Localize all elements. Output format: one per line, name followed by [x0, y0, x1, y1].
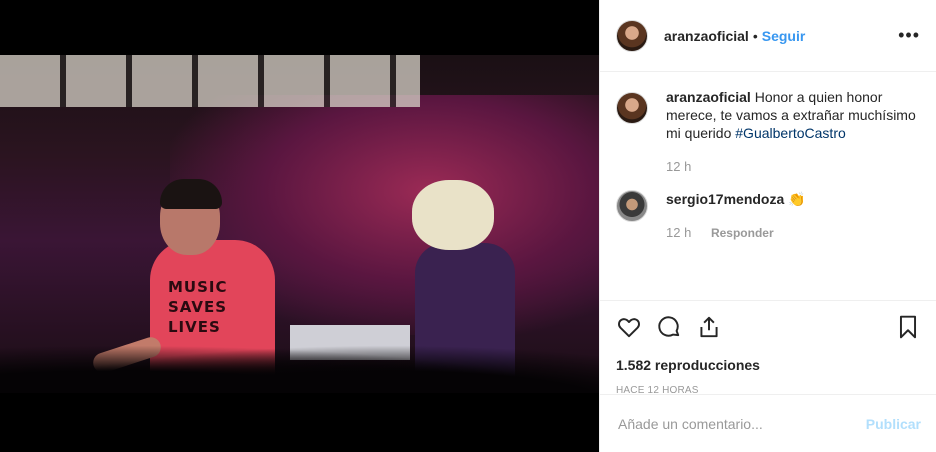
caption-time: 12 h	[666, 159, 692, 174]
heart-icon[interactable]	[616, 314, 642, 340]
post-side-panel: aranzaoficial • Seguir ••• aranzaoficial…	[599, 0, 936, 452]
views-count[interactable]: 1.582 reproducciones	[616, 357, 921, 373]
header-username[interactable]: aranzaoficial	[664, 28, 749, 44]
singer-hair	[412, 180, 494, 250]
wall-photos	[0, 55, 420, 107]
avatar[interactable]	[616, 19, 648, 52]
action-icons	[616, 311, 921, 343]
comment-username[interactable]: sergio17mendoza	[666, 191, 784, 207]
add-comment-bar: Publicar	[600, 394, 936, 452]
bookmark-icon[interactable]	[895, 314, 921, 340]
comment-input[interactable]	[616, 414, 866, 433]
follow-button[interactable]: Seguir	[762, 28, 806, 44]
publish-button[interactable]: Publicar	[866, 416, 921, 432]
reply-button[interactable]: Responder	[711, 226, 774, 240]
separator-dot: •	[752, 27, 758, 44]
comment-text: 👏	[788, 191, 806, 207]
comment-time: 12 h	[666, 225, 692, 240]
share-icon[interactable]	[696, 314, 722, 340]
caption: aranzaoficial Honor a quien honor merece…	[616, 88, 920, 176]
shirt-text: MUSIC SAVES LIVES	[168, 278, 228, 336]
avatar[interactable]	[616, 190, 648, 222]
audience-silhouettes	[0, 345, 599, 393]
video-player[interactable]: MUSIC SAVES LIVES	[0, 55, 599, 393]
comment-bubble-icon[interactable]	[656, 314, 682, 340]
avatar[interactable]	[616, 92, 648, 124]
caption-hashtag[interactable]: #GualbertoCastro	[735, 125, 846, 141]
comments-list[interactable]: aranzaoficial Honor a quien honor merece…	[600, 72, 936, 300]
list-item: sergio17mendoza 👏 12 h Responder	[616, 190, 920, 242]
post-header: aranzaoficial • Seguir •••	[600, 0, 936, 72]
media-area: MUSIC SAVES LIVES	[0, 0, 599, 452]
actions-section: 1.582 reproducciones HACE 12 HORAS	[600, 300, 936, 396]
more-horizontal-icon[interactable]: •••	[898, 25, 920, 46]
performer-hair	[160, 179, 222, 209]
caption-username[interactable]: aranzaoficial	[666, 89, 751, 105]
